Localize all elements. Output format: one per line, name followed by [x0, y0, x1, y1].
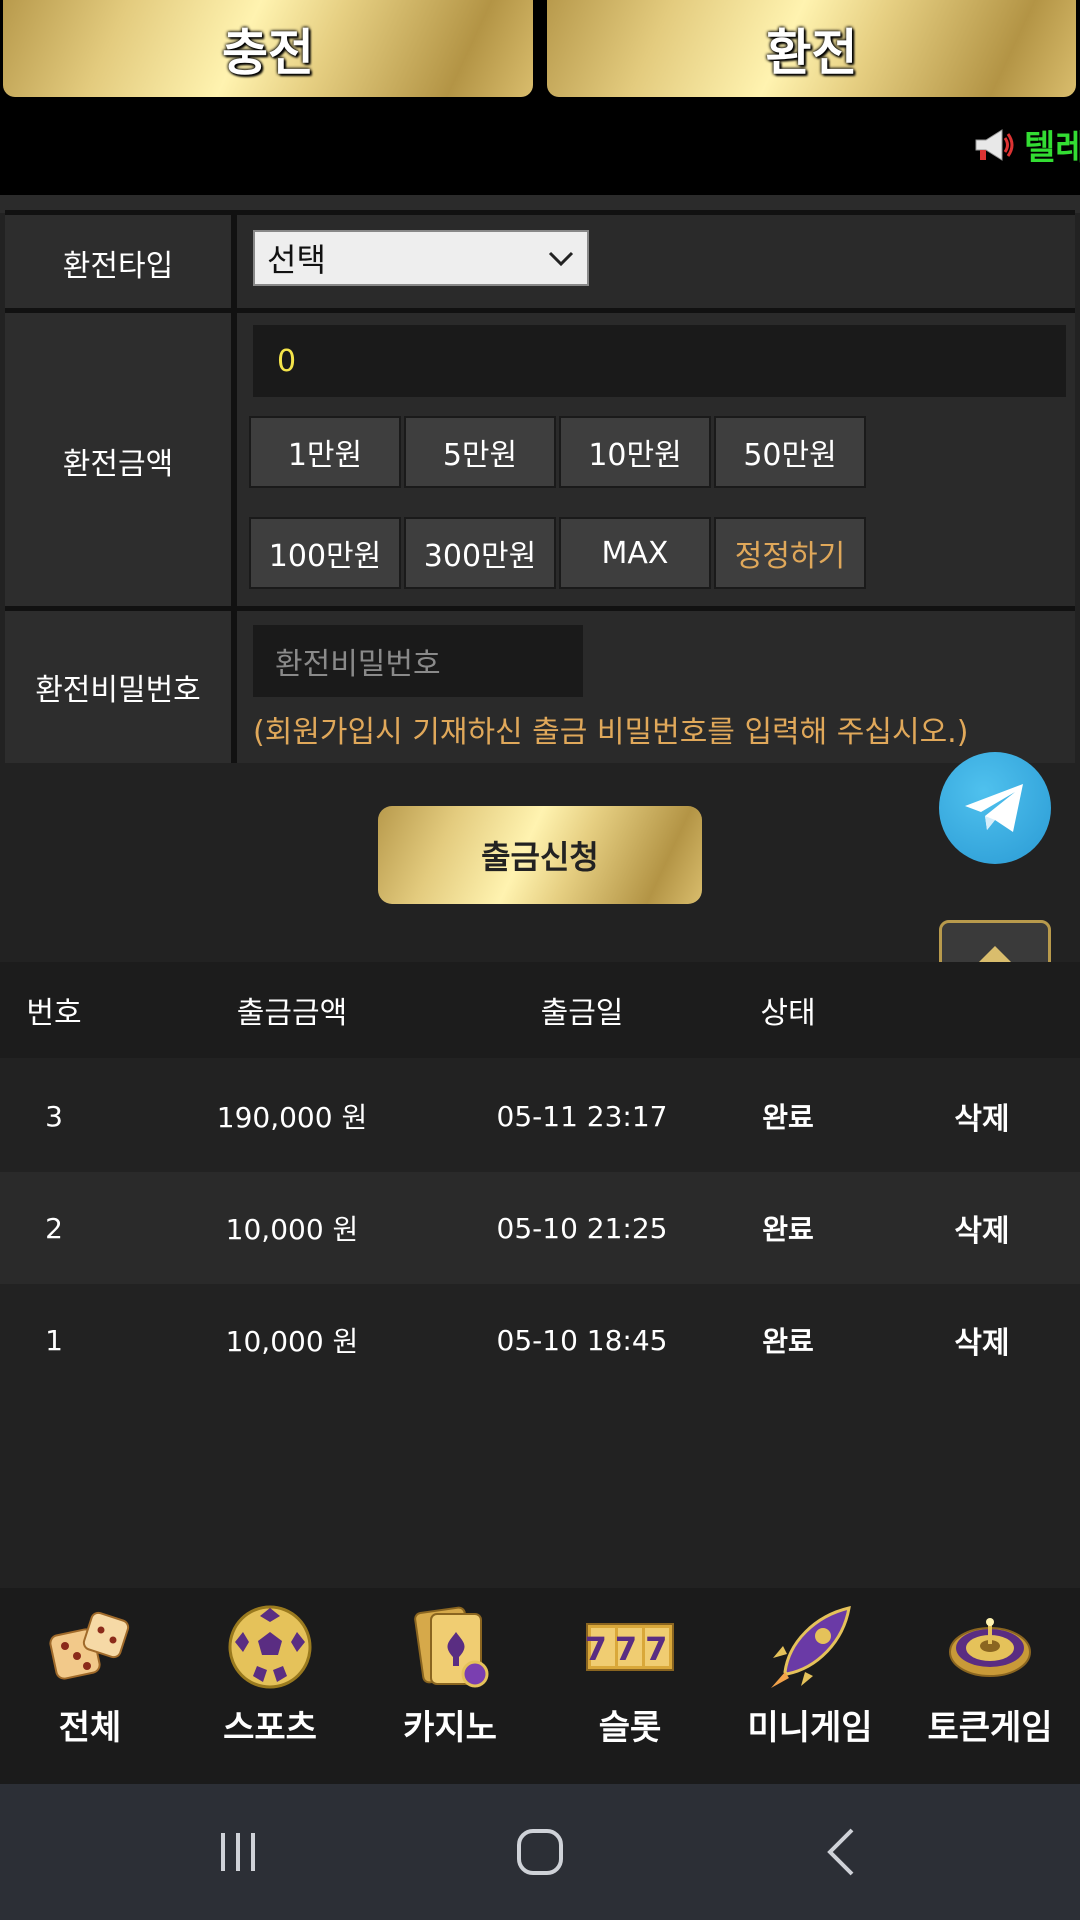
back-icon [827, 1828, 854, 1876]
nav-label: 전체 [58, 1708, 122, 1748]
withdraw-type-selected: 선택 [267, 241, 326, 279]
withdraw-type-row: 환전타입 선택 [5, 210, 1075, 311]
telegram-button[interactable] [939, 752, 1051, 864]
row-amount: 190,000 원 [216, 1101, 368, 1134]
nav-item-all[interactable]: 전체 [0, 1588, 180, 1784]
header-no: 번호 [26, 996, 82, 1031]
withdraw-password-input[interactable]: 환전비밀번호 [253, 625, 583, 697]
withdraw-password-label: 환전비밀번호 [5, 611, 237, 763]
table-row: 2 10,000 원 05-10 21:25 완료 삭제 [0, 1172, 1080, 1284]
dice-icon [49, 1611, 130, 1680]
nav-item-token-game[interactable]: 토큰게임 [900, 1588, 1080, 1784]
withdraw-amount-row: 환전금액 0 1만원 5만원 10만원 50만원 100만원 300만원 MAX… [5, 308, 1075, 609]
row-date: 05-10 21:25 [496, 1211, 668, 1245]
row-date: 05-11 23:17 [496, 1099, 668, 1133]
amount-button-10k[interactable]: 1만원 [249, 416, 401, 488]
withdraw-type-label: 환전타입 [5, 215, 237, 311]
row-delete-button[interactable]: 삭제 [922, 1060, 1042, 1172]
tab-withdraw[interactable]: 환전 [547, 0, 1076, 97]
marquee-text: 텔레 [1024, 128, 1080, 168]
slot-777-text: 777 [585, 1630, 676, 1668]
nav-item-sports[interactable]: 스포츠 [180, 1588, 360, 1784]
nav-label: 카지노 [403, 1708, 497, 1748]
row-no: 1 [45, 1323, 63, 1357]
header-date: 출금일 [540, 996, 624, 1031]
rocket-icon [771, 1606, 851, 1688]
row-date: 05-10 18:45 [496, 1323, 668, 1357]
withdraw-amount-label: 환전금액 [5, 313, 237, 609]
amount-button-1m[interactable]: 100만원 [249, 517, 401, 589]
history-table-header: 번호 출금금액 출금일 상태 [0, 962, 1080, 1058]
row-no: 2 [45, 1211, 63, 1245]
megaphone-icon [975, 128, 1014, 161]
withdraw-submit-button[interactable]: 출금신청 [378, 806, 702, 904]
home-button[interactable] [480, 1810, 600, 1894]
row-amount: 10,000 원 [225, 1213, 359, 1246]
row-status: 완료 [762, 1325, 814, 1358]
nav-label: 슬롯 [598, 1708, 662, 1748]
back-button[interactable] [782, 1810, 902, 1894]
header-amount: 출금금액 [236, 996, 348, 1031]
withdraw-type-select[interactable]: 선택 [253, 230, 589, 286]
row-delete-button[interactable]: 삭제 [922, 1284, 1042, 1396]
system-nav-bar [0, 1784, 1080, 1920]
bottom-nav: 전체 스포츠 카지노 777 슬롯 미니게임 토큰게임 [0, 1588, 1080, 1784]
chevron-down-icon [548, 251, 574, 267]
roulette-icon [949, 1618, 1031, 1677]
telegram-icon [965, 784, 1023, 832]
nav-label: 미니게임 [747, 1708, 873, 1748]
amount-button-50k[interactable]: 5만원 [404, 416, 556, 488]
nav-item-slot[interactable]: 777 슬롯 [540, 1588, 720, 1784]
soccer-ball-icon [228, 1605, 312, 1689]
row-delete-button[interactable]: 삭제 [922, 1172, 1042, 1284]
withdraw-password-row: 환전비밀번호 환전비밀번호 (회원가입시 기재하신 출금 비밀번호를 입력해 주… [5, 606, 1075, 763]
nav-item-casino[interactable]: 카지노 [360, 1588, 540, 1784]
amount-button-500k[interactable]: 50만원 [714, 416, 866, 488]
nav-label: 토큰게임 [927, 1708, 1053, 1748]
notice-marquee: 텔레 [0, 100, 1080, 195]
tab-deposit[interactable]: 충전 [3, 0, 533, 97]
row-no: 3 [45, 1099, 63, 1133]
top-tabs: 충전 환전 [0, 0, 1080, 100]
row-status: 완료 [762, 1101, 814, 1134]
amount-input[interactable]: 0 [253, 325, 1066, 397]
home-icon [517, 1829, 563, 1875]
recent-apps-button[interactable] [178, 1810, 298, 1894]
table-row: 3 190,000 원 05-11 23:17 완료 삭제 [0, 1060, 1080, 1172]
amount-button-100k[interactable]: 10만원 [559, 416, 711, 488]
row-status: 완료 [762, 1213, 814, 1246]
slot-777-icon: 777 [585, 1623, 676, 1671]
amount-button-max[interactable]: MAX [559, 517, 711, 589]
table-row: 1 10,000 원 05-10 18:45 완료 삭제 [0, 1284, 1080, 1396]
nav-label: 스포츠 [223, 1708, 317, 1748]
amount-reset-button[interactable]: 정정하기 [714, 517, 866, 589]
cards-icon [414, 1606, 489, 1688]
amount-button-3m[interactable]: 300만원 [404, 517, 556, 589]
recent-apps-icon [221, 1833, 255, 1871]
header-status: 상태 [760, 996, 816, 1031]
row-amount: 10,000 원 [225, 1325, 359, 1358]
password-note: (회원가입시 기재하신 출금 비밀번호를 입력해 주십시오.) [253, 715, 969, 750]
nav-item-minigame[interactable]: 미니게임 [720, 1588, 900, 1784]
